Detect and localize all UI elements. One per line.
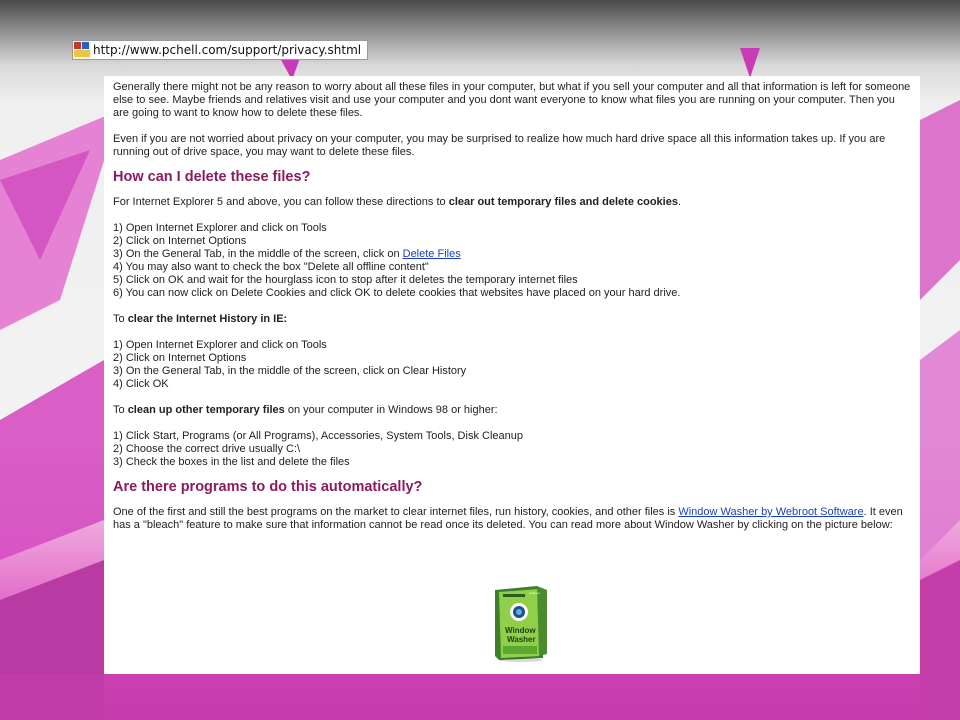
window-washer-product-box[interactable]: Window Washer webroot [489, 584, 553, 662]
window-washer-paragraph: One of the first and still the best prog… [113, 506, 913, 532]
heading-delete-files: How can I delete these files? [113, 169, 311, 185]
intro-paragraph-1: Generally there might not be any reason … [113, 81, 911, 119]
product-title-line1: Window [505, 626, 536, 635]
window-washer-link[interactable]: Window Washer by Webroot Software [678, 506, 863, 518]
cleanup-lead-suffix: on your computer in Windows 98 or higher… [284, 404, 498, 416]
step-3-text: 3) On the General Tab, in the middle of … [113, 248, 403, 260]
ie-lead-prefix: For Internet Explorer 5 and above, you c… [113, 196, 449, 208]
cleanup-lead-prefix: To [113, 404, 128, 416]
step-6: 6) You can now click on Delete Cookies a… [113, 287, 681, 299]
step-2: 2) Click on Internet Options [113, 235, 247, 247]
step-4: 4) You may also want to check the box "D… [113, 261, 429, 273]
step-3: 3) On the General Tab, in the middle of … [113, 248, 913, 261]
cleanup-step-3: 3) Check the boxes in the list and delet… [113, 456, 350, 468]
history-step-1: 1) Open Internet Explorer and click on T… [113, 339, 327, 351]
cleanup-step-1: 1) Click Start, Programs (or All Program… [113, 430, 523, 442]
product-title-line2: Washer [507, 635, 536, 644]
intro-paragraph-2: Even if you are not worried about privac… [113, 133, 886, 158]
article-content: Generally there might not be any reason … [113, 81, 913, 532]
history-step-4: 4) Click OK [113, 378, 169, 390]
address-bar-url[interactable]: http://www.pchell.com/support/privacy.sh… [93, 43, 361, 57]
product-brand: webroot [529, 591, 540, 595]
ie-lead-paragraph: For Internet Explorer 5 and above, you c… [113, 196, 913, 209]
web-page: Generally there might not be any reason … [104, 76, 920, 674]
history-step-2: 2) Click on Internet Options [113, 352, 247, 364]
pchell-favicon-icon [73, 41, 91, 59]
delete-files-link[interactable]: Delete Files [403, 248, 461, 260]
cleanup-step-2: 2) Choose the correct drive usually C:\ [113, 443, 301, 455]
heading-automatic-programs: Are there programs to do this automatica… [113, 479, 423, 495]
history-lead: To clear the Internet History in IE: [113, 313, 913, 326]
ie-lead-suffix: . [677, 196, 682, 208]
window-washer-prefix: One of the first and still the best prog… [113, 506, 679, 518]
history-lead-prefix: To [113, 313, 128, 325]
ie-lead-bold: clear out temporary files and delete coo… [448, 196, 678, 208]
address-bar[interactable]: http://www.pchell.com/support/privacy.sh… [72, 40, 369, 60]
step-5: 5) Click on OK and wait for the hourglas… [113, 274, 578, 286]
cleanup-lead-bold: clean up other temporary files [127, 404, 285, 416]
cleanup-lead: To clean up other temporary files on you… [113, 404, 913, 417]
step-1: 1) Open Internet Explorer and click on T… [113, 222, 327, 234]
history-lead-bold: clear the Internet History in IE: [127, 313, 288, 325]
history-step-3: 3) On the General Tab, in the middle of … [113, 365, 467, 377]
